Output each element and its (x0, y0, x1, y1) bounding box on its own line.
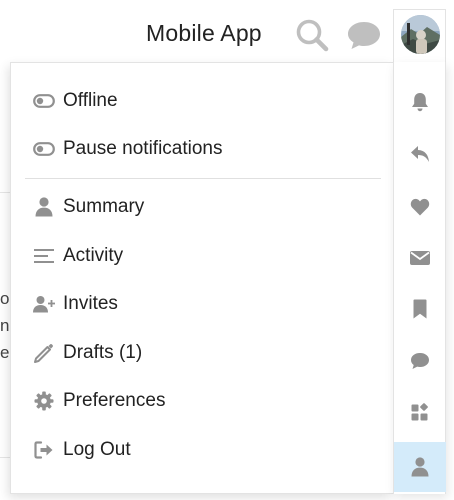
tab-messages[interactable] (394, 233, 446, 283)
tab-bookmarks[interactable] (394, 284, 446, 334)
tab-profile[interactable] (394, 442, 446, 492)
menu-item-label: Log Out (63, 439, 131, 460)
toggle-icon (25, 127, 63, 171)
menu-item-pause-notifications[interactable]: Pause notifications (25, 127, 381, 171)
chat-icon (411, 353, 429, 369)
user-icon (411, 457, 429, 477)
background-divider (0, 192, 10, 193)
menu-item-label: Preferences (63, 390, 166, 411)
bell-icon (412, 93, 428, 112)
chat-button[interactable] (344, 15, 384, 55)
list-icon (25, 234, 63, 278)
menu-item-activity[interactable]: Activity (25, 234, 381, 278)
app-header: Mobile App (0, 0, 454, 63)
gear-icon (25, 379, 63, 423)
background-divider (0, 457, 10, 458)
avatar-photo (401, 15, 440, 54)
menu-item-log-out[interactable]: Log Out (25, 428, 381, 472)
user-plus-icon (25, 282, 63, 326)
menu-item-label: Invites (63, 293, 118, 314)
background-text: o (0, 289, 10, 308)
menu-item-label: Pause notifications (63, 138, 223, 159)
user-avatar-button[interactable] (393, 9, 446, 63)
reply-icon (411, 146, 429, 162)
user-menu-panel: Offline Pause notifications Summary Acti… (10, 62, 393, 494)
app-title[interactable]: Mobile App (146, 20, 262, 47)
menu-item-label: Activity (63, 245, 124, 266)
pencil-icon (25, 331, 63, 375)
menu-item-preferences[interactable]: Preferences (25, 379, 381, 423)
envelope-icon (410, 251, 430, 265)
user-menu-tabs (393, 62, 446, 494)
toggle-icon (25, 79, 63, 123)
tab-likes[interactable] (394, 182, 446, 232)
tab-widgets[interactable] (394, 387, 446, 437)
sign-out-icon (25, 428, 63, 472)
menu-item-label: Drafts (1) (63, 342, 143, 363)
widgets-icon (411, 403, 428, 421)
bookmark-icon (413, 299, 427, 319)
menu-item-label: Summary (63, 196, 145, 217)
search-button[interactable] (292, 15, 332, 55)
user-icon (25, 185, 63, 229)
tab-chat[interactable] (394, 336, 446, 386)
menu-item-offline[interactable]: Offline (25, 79, 381, 123)
background-text: n (0, 316, 10, 335)
heart-icon (410, 198, 430, 216)
menu-item-drafts[interactable]: Drafts (1) (25, 331, 381, 375)
search-icon (296, 19, 329, 52)
tab-replies[interactable] (394, 129, 446, 179)
tab-notifications[interactable] (394, 77, 446, 127)
avatar (401, 15, 440, 54)
menu-item-invites[interactable]: Invites (25, 282, 381, 326)
background-text: e (0, 343, 10, 362)
chat-bubble-icon (348, 22, 380, 49)
menu-divider (25, 178, 381, 179)
menu-item-label: Offline (63, 90, 118, 111)
menu-item-summary[interactable]: Summary (25, 185, 381, 229)
